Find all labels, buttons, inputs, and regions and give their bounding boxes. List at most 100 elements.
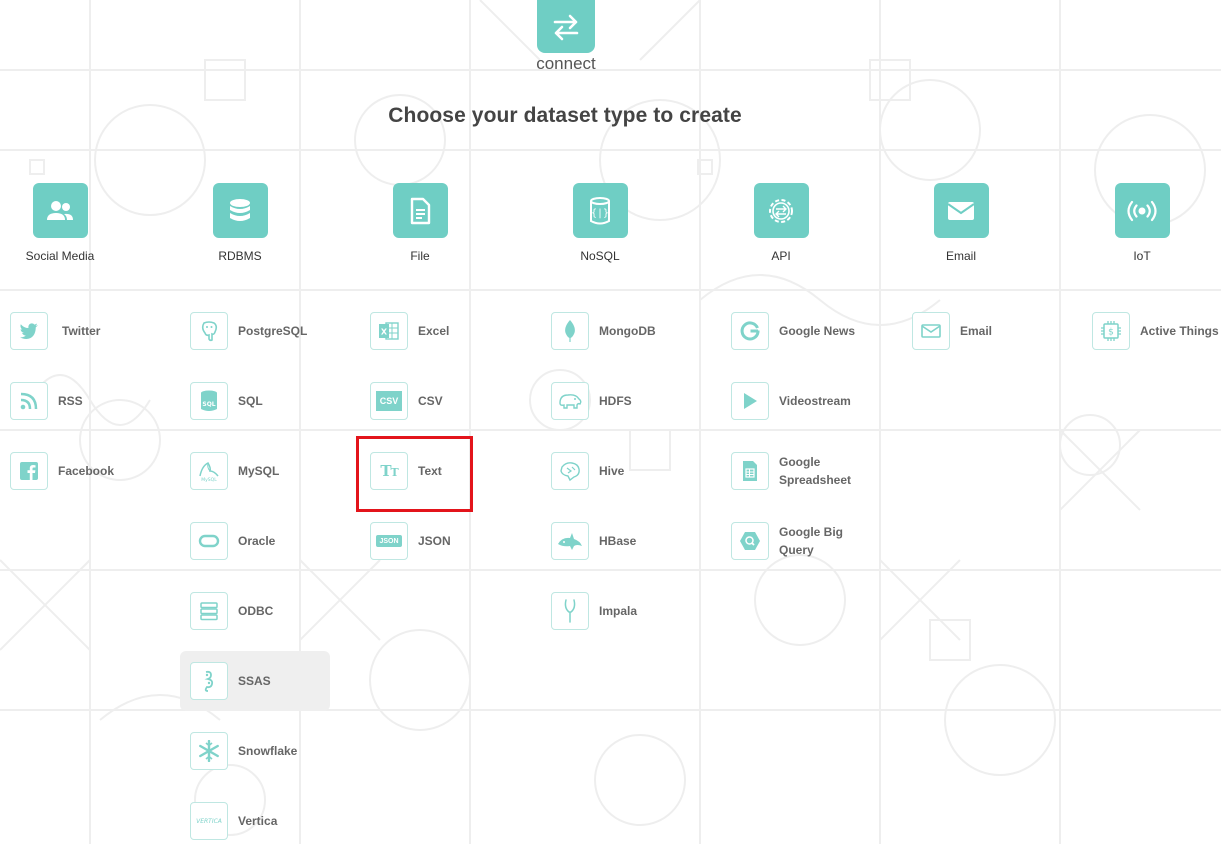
category-label: Social Media xyxy=(25,249,95,263)
source-oracle[interactable]: Oracle xyxy=(190,521,275,561)
source-ssas[interactable]: SSAS xyxy=(190,661,271,701)
cylinder-braces-icon: {|} xyxy=(590,196,610,224)
category-tile xyxy=(212,183,268,238)
page-title: Choose your dataset type to create xyxy=(388,104,742,127)
category-nosql[interactable]: {|} NoSQL xyxy=(540,183,660,263)
source-label: Vertica xyxy=(238,814,278,828)
source-icon-box xyxy=(190,732,228,770)
category-label: Email xyxy=(945,249,976,263)
mongodb-leaf-icon xyxy=(565,320,575,342)
json-icon-text: JSON xyxy=(379,537,399,545)
category-tile xyxy=(933,183,989,238)
source-icon-box xyxy=(551,592,589,630)
category-rdbms[interactable]: RDBMS xyxy=(180,183,300,263)
hbase-orca-icon xyxy=(558,533,582,550)
svg-text:MySQL: MySQL xyxy=(201,477,217,482)
source-icon-box xyxy=(731,382,769,420)
category-tile: {|} xyxy=(572,183,628,238)
category-label: API xyxy=(771,249,791,263)
rss-icon xyxy=(20,392,38,410)
json-icon: JSON xyxy=(376,535,402,547)
source-label: HDFS xyxy=(599,394,632,408)
source-label: HBase xyxy=(599,534,637,548)
category-tile xyxy=(32,183,88,238)
source-csv[interactable]: CSV CSV xyxy=(370,381,443,421)
source-hive[interactable]: Hive xyxy=(551,451,624,491)
source-email[interactable]: Email xyxy=(912,311,992,351)
source-google-big-query[interactable]: Google Big Query xyxy=(731,521,843,561)
envelope-icon xyxy=(947,201,975,220)
twitter-icon xyxy=(20,323,38,340)
source-label: Impala xyxy=(599,604,638,618)
csv-icon-text: CSV xyxy=(379,396,399,406)
source-postgresql[interactable]: PostgreSQL xyxy=(190,311,307,351)
source-label: Google Big Query xyxy=(779,523,843,559)
source-icon-box xyxy=(551,312,589,350)
spreadsheet-icon xyxy=(743,461,757,481)
source-json[interactable]: JSON JSON xyxy=(370,521,451,561)
source-sql[interactable]: SQL SQL xyxy=(190,381,263,421)
source-google-news[interactable]: Google News xyxy=(731,311,855,351)
source-label: MongoDB xyxy=(599,324,656,338)
broadcast-icon xyxy=(1127,200,1157,221)
source-icon-box xyxy=(551,522,589,560)
text-icon: TT xyxy=(380,462,398,480)
source-label: JSON xyxy=(418,534,451,548)
category-label: File xyxy=(410,249,430,263)
category-email[interactable]: Email xyxy=(901,183,1021,263)
source-label: Oracle xyxy=(238,534,276,548)
source-label: Twitter xyxy=(62,324,101,338)
oracle-icon xyxy=(198,534,220,548)
category-iot[interactable]: IoT xyxy=(1082,183,1202,263)
source-active-things[interactable]: $ Active Things xyxy=(1092,311,1219,351)
source-excel[interactable]: X Excel xyxy=(370,311,449,351)
source-rss[interactable]: RSS xyxy=(10,381,83,421)
source-icon-box xyxy=(731,522,769,560)
source-label: Google Spreadsheet xyxy=(779,453,851,489)
source-icon-box xyxy=(731,452,769,490)
bigquery-icon xyxy=(740,532,760,550)
source-label: Google News xyxy=(779,324,856,338)
source-label: Active Things xyxy=(1140,324,1219,338)
source-text[interactable]: TT Text xyxy=(370,451,442,491)
source-google-spreadsheet[interactable]: Google Spreadsheet xyxy=(731,451,851,491)
impala-icon xyxy=(564,599,576,623)
source-videostream[interactable]: Videostream xyxy=(731,381,851,421)
category-api[interactable]: API xyxy=(721,183,841,263)
postgresql-icon xyxy=(201,321,218,342)
source-odbc[interactable]: ODBC xyxy=(190,591,273,631)
category-label: IoT xyxy=(1133,249,1151,263)
source-icon-box: TT xyxy=(370,452,408,490)
excel-icon: X xyxy=(379,322,399,340)
source-hbase[interactable]: HBase xyxy=(551,521,636,561)
source-mongodb[interactable]: MongoDB xyxy=(551,311,656,351)
sql-icon: SQL xyxy=(201,390,217,411)
source-vertica[interactable]: VERTICA Vertica xyxy=(190,801,277,841)
source-label: RSS xyxy=(58,394,83,408)
source-label-line2: Spreadsheet xyxy=(779,473,852,487)
category-file[interactable]: File xyxy=(360,183,480,263)
source-snowflake[interactable]: Snowflake xyxy=(190,731,297,771)
source-label: Snowflake xyxy=(238,744,298,758)
source-mysql[interactable]: MySQL MySQL xyxy=(190,451,279,491)
source-label: Excel xyxy=(418,324,450,338)
people-icon xyxy=(47,200,73,220)
odbc-icon xyxy=(200,602,218,621)
document-icon xyxy=(410,197,431,224)
hive-icon xyxy=(560,462,580,482)
category-tile xyxy=(392,183,448,238)
source-hdfs[interactable]: HDFS xyxy=(551,381,632,421)
csv-icon: CSV xyxy=(376,391,402,411)
facebook-icon xyxy=(20,462,38,480)
source-impala[interactable]: Impala xyxy=(551,591,637,631)
svg-text:X: X xyxy=(381,328,388,337)
swap-arrows-icon xyxy=(553,14,579,40)
category-label: NoSQL xyxy=(580,249,620,263)
source-label: SSAS xyxy=(238,674,271,688)
source-facebook[interactable]: Facebook xyxy=(10,451,114,491)
source-label-line2: Query xyxy=(779,543,814,557)
gear-arrows-icon xyxy=(769,198,793,223)
source-twitter[interactable]: Twitter xyxy=(10,311,100,351)
category-social-media[interactable]: Social Media xyxy=(0,183,120,263)
source-label: Text xyxy=(418,464,442,478)
